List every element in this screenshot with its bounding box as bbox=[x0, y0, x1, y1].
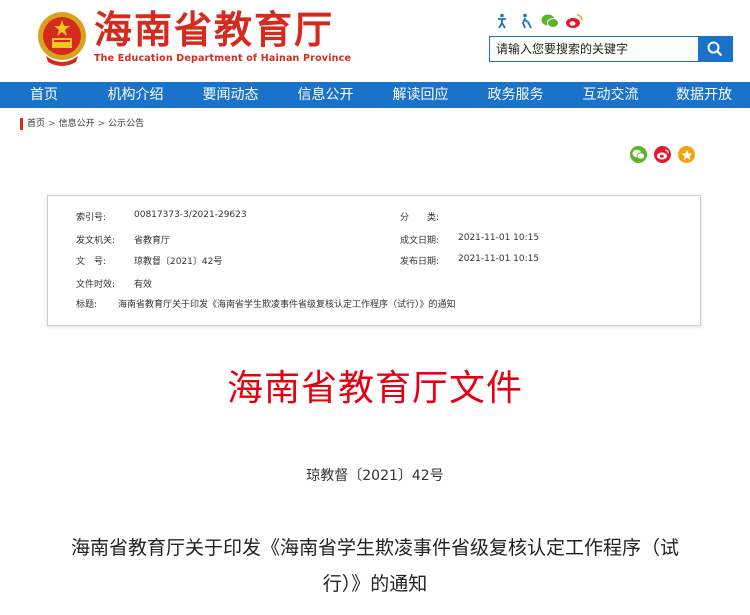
site-logo-subtitle: The Education Department of Hainan Provi… bbox=[94, 53, 352, 64]
search-box bbox=[489, 36, 733, 62]
meta-issuer-label: 发文机关: bbox=[76, 236, 116, 246]
main-nav: 首页 机构介绍 要闻动态 信息公开 解读回应 政务服务 互动交流 数据开放 bbox=[0, 82, 750, 108]
meta-index-label: 索引号: bbox=[76, 213, 107, 223]
nav-item-about[interactable]: 机构介绍 bbox=[88, 82, 183, 108]
nav-item-home[interactable]: 首页 bbox=[0, 82, 88, 108]
meta-docno-value: 琼教督〔2021〕42号 bbox=[134, 257, 223, 267]
search-input[interactable] bbox=[490, 37, 703, 61]
breadcrumb-separator: > bbox=[97, 119, 106, 129]
meta-index-value: 00817373-3/2021-29623 bbox=[134, 210, 247, 220]
meta-created-value: 2021-11-01 10:15 bbox=[458, 233, 540, 243]
document-title-line: 海南省教育厅关于印发《海南省学生欺凌事件省级复核认定工作程序（试 bbox=[70, 537, 679, 559]
search-icon bbox=[707, 41, 723, 57]
nav-item-open-data[interactable]: 数据开放 bbox=[658, 82, 750, 108]
red-header-title: 海南省教育厅文件 bbox=[226, 368, 523, 409]
document-title: 海南省教育厅关于印发《海南省学生欺凌事件省级复核认定工作程序（试 行）》的通知 bbox=[55, 530, 695, 602]
site-header: 海南省教育厅 The Education Department of Haina… bbox=[0, 0, 750, 82]
document-title-line: 行）》的通知 bbox=[322, 573, 428, 595]
nav-item-interaction[interactable]: 互动交流 bbox=[563, 82, 658, 108]
document-metadata: 索引号: 00817373-3/2021-29623 分 类: 发文机关: 省教… bbox=[47, 195, 701, 326]
nav-item-info-disclosure[interactable]: 信息公开 bbox=[278, 82, 373, 108]
wechat-icon[interactable] bbox=[541, 12, 559, 30]
breadcrumb-announcements[interactable]: 公示公告 bbox=[108, 119, 144, 129]
meta-published-value: 2021-11-01 10:15 bbox=[458, 254, 540, 264]
elder-care-icon[interactable] bbox=[517, 12, 535, 30]
meta-validity-value: 有效 bbox=[134, 280, 153, 290]
search-button[interactable] bbox=[698, 37, 732, 61]
share-bar bbox=[630, 146, 695, 163]
meta-validity-label: 文件时效: bbox=[76, 280, 116, 290]
breadcrumb-home[interactable]: 首页 bbox=[27, 119, 45, 129]
meta-published-label: 发布日期: bbox=[400, 257, 440, 267]
document-number: 琼教督〔2021〕42号 bbox=[306, 468, 444, 484]
header-tools bbox=[493, 12, 583, 34]
nav-item-interpretation[interactable]: 解读回应 bbox=[373, 82, 468, 108]
meta-title-label: 标题: bbox=[76, 300, 98, 310]
meta-created-label: 成文日期: bbox=[400, 236, 440, 246]
breadcrumb: 首页 > 信息公开 > 公示公告 bbox=[20, 118, 144, 130]
wechat-share-icon[interactable] bbox=[630, 146, 647, 163]
meta-category-label: 分 类: bbox=[400, 213, 440, 223]
meta-docno-label: 文 号: bbox=[76, 257, 107, 267]
meta-issuer-value: 省教育厅 bbox=[134, 236, 171, 246]
weibo-icon[interactable] bbox=[565, 12, 583, 30]
nav-item-services[interactable]: 政务服务 bbox=[468, 82, 563, 108]
national-emblem-icon bbox=[36, 8, 88, 70]
breadcrumb-info-disclosure[interactable]: 信息公开 bbox=[59, 119, 95, 129]
nav-item-news[interactable]: 要闻动态 bbox=[183, 82, 278, 108]
weibo-share-icon[interactable] bbox=[654, 146, 671, 163]
site-logo-title[interactable]: 海南省教育厅 bbox=[94, 6, 334, 54]
breadcrumb-separator: > bbox=[48, 119, 56, 129]
accessibility-icon[interactable] bbox=[493, 12, 511, 30]
qzone-share-icon[interactable] bbox=[678, 146, 695, 163]
meta-title-value: 海南省教育厅关于印发《海南省学生欺凌事件省级复核认定工作程序（试行）》的通知 bbox=[118, 300, 456, 310]
